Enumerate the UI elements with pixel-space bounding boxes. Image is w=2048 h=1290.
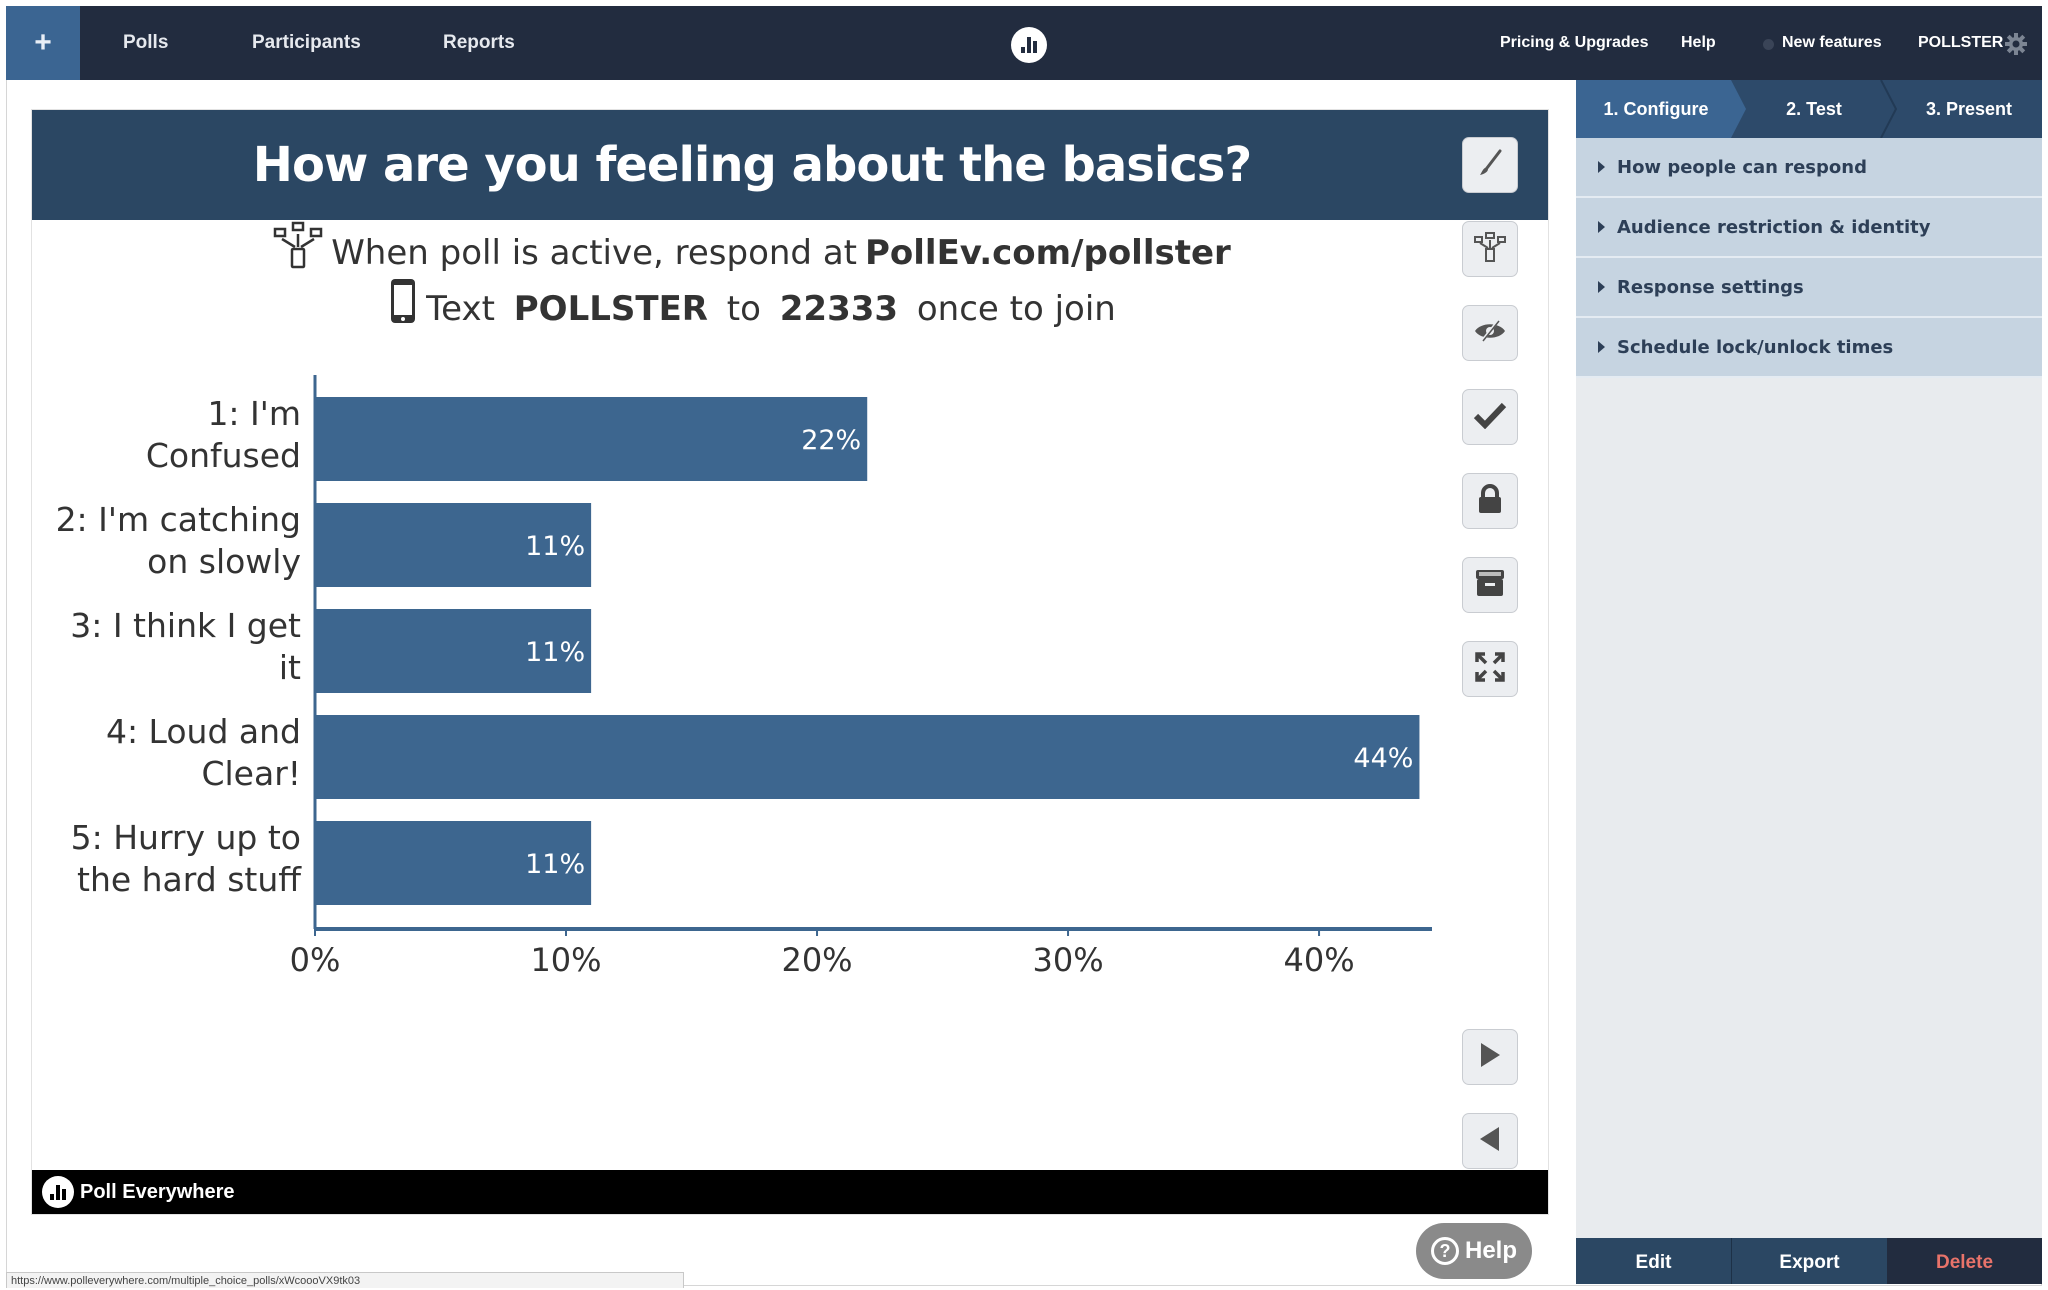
play-right-icon	[1478, 1042, 1502, 1073]
lock-icon	[1476, 483, 1504, 520]
category-label: Confused	[146, 436, 301, 475]
section-label: Audience restriction & identity	[1617, 216, 1931, 238]
section-label: Schedule lock/unlock times	[1617, 336, 1894, 358]
bar-value-label: 44%	[1353, 743, 1413, 774]
nav-pricing-upgrades[interactable]: Pricing & Upgrades	[1500, 6, 1648, 80]
create-poll-button[interactable]: +	[6, 6, 80, 80]
export-button[interactable]: Export	[1732, 1238, 1887, 1284]
paintbrush-icon	[1475, 148, 1505, 183]
bar-1	[315, 397, 868, 481]
correct-answer-button[interactable]	[1462, 389, 1518, 445]
poll-everywhere-logo-icon	[42, 1176, 74, 1208]
nav-help[interactable]: Help	[1681, 6, 1716, 80]
section-label: Response settings	[1617, 276, 1804, 298]
bar-value-label: 11%	[525, 637, 585, 668]
status-bar-url: https://www.polleverywhere.com/multiple_…	[6, 1272, 684, 1288]
section-how-people-can-respond[interactable]: How people can respond	[1576, 138, 2042, 198]
bar-value-label: 22%	[801, 425, 861, 456]
account-menu[interactable]: POLLSTER	[1918, 6, 2003, 80]
checkmark-icon	[1473, 401, 1507, 434]
brand-name: Poll Everywhere	[80, 1180, 235, 1203]
edit-button[interactable]: Edit	[1576, 1238, 1732, 1284]
multi-device-icon	[1473, 231, 1507, 267]
expand-icon	[1474, 651, 1506, 688]
poll-everywhere-logo-icon[interactable]	[1011, 27, 1047, 63]
top-nav: + Polls Participants Reports Pricing & U…	[6, 6, 2042, 80]
caret-right-icon	[1598, 161, 1605, 173]
section-schedule-lock-unlock[interactable]: Schedule lock/unlock times	[1576, 318, 2042, 378]
bar-value-label: 11%	[525, 531, 585, 562]
nav-participants[interactable]: Participants	[252, 6, 361, 80]
fullscreen-button[interactable]	[1462, 641, 1518, 697]
category-label: 1: I'm	[207, 394, 301, 433]
caret-right-icon	[1598, 221, 1605, 233]
x-tick-label: 20%	[781, 941, 852, 979]
step-present[interactable]: 3. Present	[1896, 80, 2042, 138]
edit-style-button[interactable]	[1462, 137, 1518, 193]
step-configure[interactable]: 1. Configure	[1576, 80, 1736, 138]
caret-right-icon	[1598, 281, 1605, 293]
nav-reports[interactable]: Reports	[443, 6, 515, 80]
gear-icon[interactable]	[2004, 32, 2028, 56]
category-label: 5: Hurry up to	[71, 818, 301, 857]
x-tick-label: 40%	[1283, 941, 1354, 979]
response-options-button[interactable]	[1462, 221, 1518, 277]
nav-new-features[interactable]: New features	[1782, 6, 1882, 80]
help-button-label: Help	[1464, 1237, 1517, 1264]
next-button[interactable]	[1462, 1029, 1518, 1085]
category-label: Clear!	[201, 754, 301, 793]
step-test[interactable]: 2. Test	[1744, 80, 1884, 138]
section-label: How people can respond	[1617, 156, 1867, 178]
workflow-steps: 1. Configure 2. Test 3. Present	[1576, 80, 2042, 138]
category-label: it	[279, 648, 301, 687]
archive-icon	[1474, 568, 1506, 603]
nav-polls[interactable]: Polls	[123, 6, 168, 80]
category-label: on slowly	[147, 542, 301, 581]
question-icon: ?	[1430, 1237, 1459, 1265]
help-button[interactable]: ? Help	[1416, 1223, 1532, 1279]
x-tick-label: 10%	[530, 941, 601, 979]
x-tick-label: 30%	[1032, 941, 1103, 979]
caret-right-icon	[1598, 341, 1605, 353]
poll-slide: How are you feeling about the basics? Wh…	[31, 109, 1549, 1215]
eye-slash-icon	[1473, 319, 1507, 348]
archive-button[interactable]	[1462, 557, 1518, 613]
results-bar-chart: 22% 1: I'mConfused 11% 2: I'm catchingon sl…	[56, 375, 1432, 979]
bar-value-label: 11%	[525, 849, 585, 880]
category-label: 4: Loud and	[106, 712, 301, 751]
previous-button[interactable]	[1462, 1113, 1518, 1169]
poll-settings-panel: 1. Configure 2. Test 3. Present How peop…	[1576, 80, 2042, 1284]
delete-button[interactable]: Delete	[1887, 1238, 2042, 1284]
section-audience-restriction[interactable]: Audience restriction & identity	[1576, 198, 2042, 258]
bar-4	[315, 715, 1420, 799]
play-left-icon	[1478, 1126, 1502, 1157]
x-tick-label: 0%	[290, 941, 341, 979]
settings-accordion: How people can respond Audience restrict…	[1576, 138, 2042, 378]
new-features-dot-icon	[1763, 39, 1774, 50]
category-label: the hard stuff	[77, 860, 302, 899]
poll-footer: Poll Everywhere	[32, 1170, 1548, 1214]
poll-everywhere-brand: Poll Everywhere	[42, 1176, 235, 1208]
panel-actions: Edit Export Delete	[1576, 1238, 2042, 1284]
category-label: 2: I'm catching	[56, 500, 301, 539]
section-response-settings[interactable]: Response settings	[1576, 258, 2042, 318]
lock-button[interactable]	[1462, 473, 1518, 529]
category-label: 3: I think I get	[70, 606, 301, 645]
hide-responses-button[interactable]	[1462, 305, 1518, 361]
